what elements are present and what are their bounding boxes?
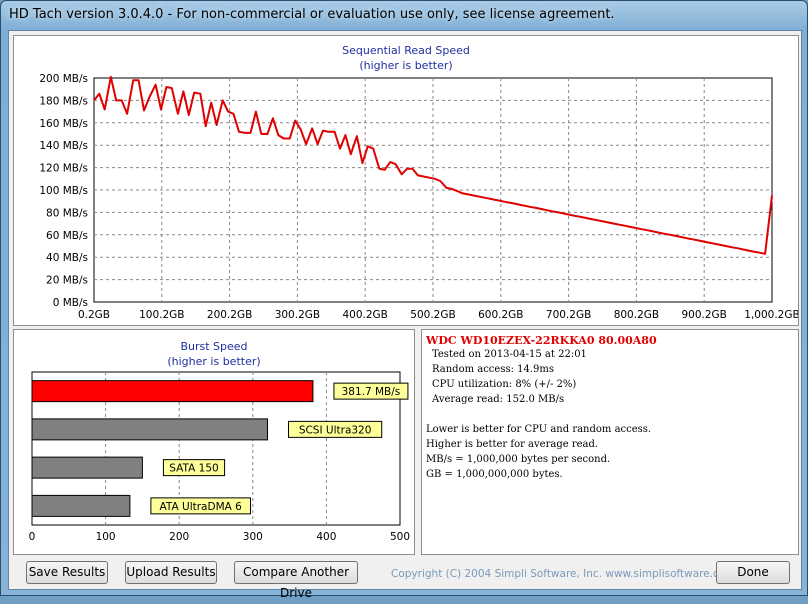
average-read: Average read: 152.0 MB/s [432, 394, 565, 405]
seq-xtick-label: 500.2GB [410, 309, 455, 321]
window-title: HD Tach version 3.0.4.0 - For non-commer… [9, 7, 615, 22]
save-results-button[interactable]: Save Results [26, 561, 108, 584]
seq-xtick-label: 200.2GB [207, 309, 252, 321]
seq-ytick-label: 0 MB/s [53, 297, 88, 309]
burst-xtick-label: 300 [243, 531, 263, 543]
burst-bar-label: 381.7 MB/s [342, 386, 401, 398]
tested-date: Tested on 2013-04-15 at 22:01 [432, 349, 587, 360]
seq-ytick-label: 60 MB/s [46, 230, 88, 242]
seq-ytick-label: 120 MB/s [39, 163, 88, 175]
burst-xtick-label: 400 [316, 531, 336, 543]
upload-results-button[interactable]: Upload Results [125, 561, 217, 584]
compare-drive-button[interactable]: Compare Another Drive [234, 561, 358, 600]
seq-xtick-label: 400.2GB [342, 309, 387, 321]
seq-ytick-label: 40 MB/s [46, 252, 88, 264]
note-cpu: Lower is better for CPU and random acces… [426, 424, 652, 435]
sequential-read-chart: 0 MB/s 20 MB/s 40 MB/s 60 MB/s 80 MB/s 100 MB… [39, 73, 798, 321]
note-gb: GB = 1,000,000,000 bytes. [426, 469, 563, 480]
seq-ytick-label: 160 MB/s [39, 118, 88, 130]
note-average: Higher is better for average read. [426, 439, 599, 450]
cpu-utilization: CPU utilization: 8% (+/- 2%) [432, 379, 577, 390]
burst-xtick-label: 200 [169, 531, 189, 543]
seq-ytick-label: 180 MB/s [39, 95, 88, 107]
random-access: Random access: 14.9ms [432, 364, 555, 375]
burst-bar [31, 456, 143, 479]
burst-bar-label: ATA UltraDMA 6 [160, 501, 243, 513]
seq-ytick-label: 20 MB/s [46, 275, 88, 287]
app-window: HD Tach version 3.0.4.0 - For non-commer… [0, 0, 808, 600]
drive-info-panel: WDC WD10EZEX-22RKKA0 80.00A80 Tested on … [421, 329, 799, 555]
burst-bar [31, 418, 269, 441]
done-button[interactable]: Done [716, 561, 790, 584]
seq-xtick-label: 600.2GB [478, 309, 523, 321]
title-bar[interactable]: HD Tach version 3.0.4.0 - For non-commer… [1, 1, 807, 31]
burst-xtick-label: 500 [390, 531, 410, 543]
seq-ytick-label: 100 MB/s [39, 185, 88, 197]
seq-xtick-label: 900.2GB [681, 309, 726, 321]
seq-ytick-label: 80 MB/s [46, 207, 88, 219]
burst-xtick-label: 0 [29, 531, 36, 543]
burst-bar-label: SATA 150 [169, 463, 218, 475]
burst-speed-panel: Burst Speed (higher is better) 0 100 200 30… [13, 329, 415, 555]
seq-xtick-label: 300.2GB [275, 309, 320, 321]
copyright-text: Copyright (C) 2004 Simpli Software, Inc.… [391, 568, 736, 580]
burst-speed-chart: 0 100 200 300 400 500 381.7 MB/s SCSI Ultra320 S… [29, 371, 410, 543]
drive-model: WDC WD10EZEX-22RKKA0 80.00A80 [426, 334, 657, 347]
seq-xtick-label: 800.2GB [614, 309, 659, 321]
burst-bar [31, 494, 131, 517]
seq-ytick-label: 200 MB/s [39, 73, 88, 85]
burst-xtick-label: 100 [96, 531, 116, 543]
seq-xtick-label: 700.2GB [546, 309, 591, 321]
client-area: Sequential Read Speed (higher is better)… [8, 30, 802, 600]
burst-bar [31, 380, 314, 403]
seq-xtick-label: 1,000.2GB [744, 309, 798, 321]
burst-bar-label: SCSI Ultra320 [299, 424, 372, 436]
seq-ytick-label: 140 MB/s [39, 140, 88, 152]
seq-xtick-label: 0.2GB [78, 309, 110, 321]
sequential-read-panel: Sequential Read Speed (higher is better)… [13, 35, 799, 326]
seq-xtick-label: 100.2GB [139, 309, 184, 321]
note-mbs: MB/s = 1,000,000 bytes per second. [426, 454, 611, 465]
